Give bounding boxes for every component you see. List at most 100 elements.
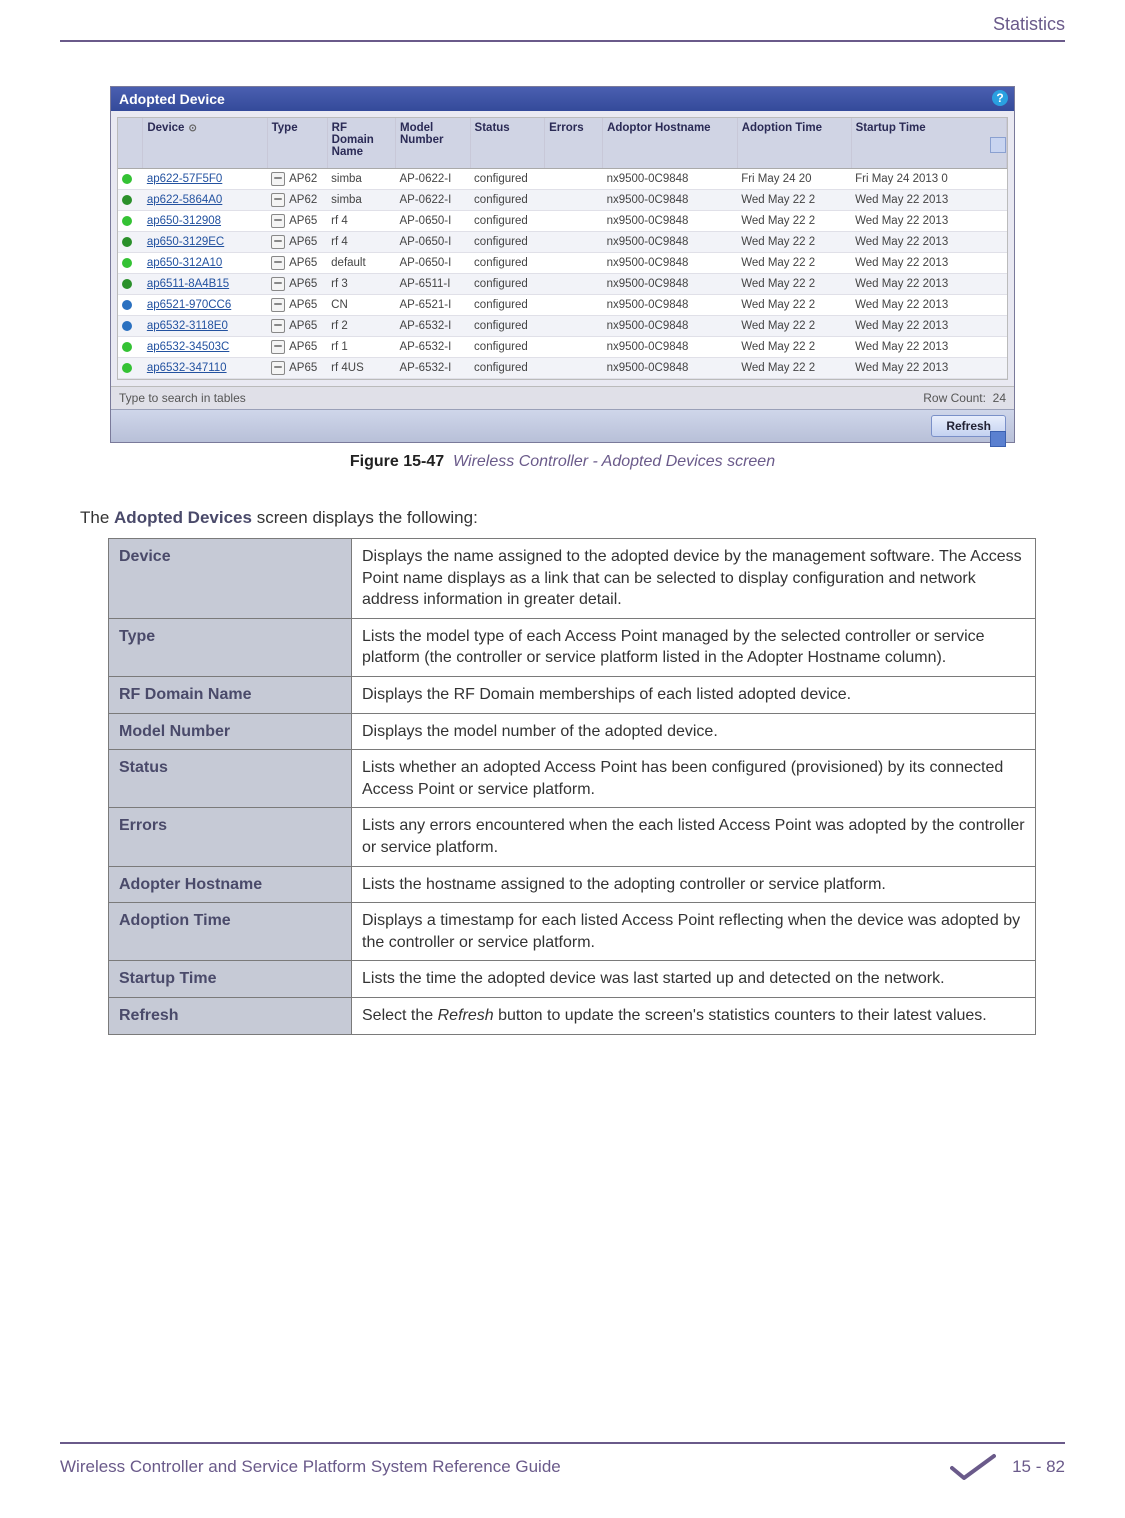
desc-term: Refresh [109,997,352,1034]
device-link[interactable]: ap6511-8A4B15 [143,274,267,295]
adopt-time-cell: Wed May 22 2 [737,253,851,274]
col-rf-domain[interactable]: RF Domain Name [327,118,395,169]
desc-row: Model NumberDisplays the model number of… [109,713,1036,750]
adopt-time-cell: Wed May 22 2 [737,337,851,358]
status-cell [118,232,143,253]
adopt-time-cell: Wed May 22 2 [737,295,851,316]
desc-term: Errors [109,808,352,866]
status-dot-icon [122,321,132,331]
status-dot-icon [122,279,132,289]
status-text-cell: configured [470,295,545,316]
device-type-icon [271,235,285,249]
table-row[interactable]: ap650-3129ECAP65rf 4AP-0650-Iconfiguredn… [118,232,1007,253]
start-time-cell: Wed May 22 2013 [851,358,1006,379]
desc-term: Startup Time [109,961,352,998]
scroll-up-icon[interactable] [990,137,1006,153]
footer-guide-title: Wireless Controller and Service Platform… [60,1457,561,1477]
table-row[interactable]: ap6521-970CC6AP65CNAP-6521-Iconfigurednx… [118,295,1007,316]
table-row[interactable]: ap6532-34503CAP65rf 1AP-6532-Iconfigured… [118,337,1007,358]
device-link[interactable]: ap6532-347110 [143,358,267,379]
rf-cell: CN [327,295,395,316]
table-row[interactable]: ap650-312A10AP65defaultAP-0650-Iconfigur… [118,253,1007,274]
table-row[interactable]: ap622-57F5F0AP62simbaAP-0622-Iconfigured… [118,169,1007,190]
col-status-dot[interactable] [118,118,143,169]
checkmark-icon [950,1452,996,1482]
model-cell: AP-6532-I [396,358,471,379]
col-adoptor-hostname[interactable]: Adoptor Hostname [603,118,738,169]
device-link[interactable]: ap650-312908 [143,211,267,232]
start-time-cell: Wed May 22 2013 [851,295,1006,316]
desc-term: Adopter Hostname [109,866,352,903]
type-cell: AP65 [267,253,327,274]
device-link[interactable]: ap650-312A10 [143,253,267,274]
errors-cell [545,190,603,211]
desc-term: Model Number [109,713,352,750]
device-type-icon [271,319,285,333]
host-cell: nx9500-0C9848 [603,232,738,253]
panel-title-bar: Adopted Device ? [111,87,1014,111]
model-cell: AP-0650-I [396,253,471,274]
table-row[interactable]: ap6532-3118E0AP65rf 2AP-6532-Iconfigured… [118,316,1007,337]
adopt-time-cell: Wed May 22 2 [737,358,851,379]
model-cell: AP-6511-I [396,274,471,295]
start-time-cell: Wed May 22 2013 [851,316,1006,337]
device-link[interactable]: ap6532-34503C [143,337,267,358]
type-cell: AP62 [267,169,327,190]
col-errors[interactable]: Errors [545,118,603,169]
page-footer: Wireless Controller and Service Platform… [60,1442,1065,1482]
status-cell [118,253,143,274]
status-cell [118,274,143,295]
table-row[interactable]: ap6532-347110AP65rf 4USAP-6532-Iconfigur… [118,358,1007,379]
status-text-cell: configured [470,253,545,274]
device-link[interactable]: ap622-5864A0 [143,190,267,211]
table-row[interactable]: ap6511-8A4B15AP65rf 3AP-6511-Iconfigured… [118,274,1007,295]
device-link[interactable]: ap622-57F5F0 [143,169,267,190]
device-link[interactable]: ap6521-970CC6 [143,295,267,316]
search-input[interactable]: Type to search in tables [119,391,246,405]
panel-footer: Type to search in tables Row Count: 24 [111,386,1014,409]
col-type[interactable]: Type [267,118,327,169]
rf-cell: simba [327,190,395,211]
panel-actions: Refresh [111,409,1014,442]
table-header-row: Device⊙ Type RF Domain Name Model Number… [118,118,1007,169]
col-model-number[interactable]: Model Number [396,118,471,169]
desc-row: Adopter HostnameLists the hostname assig… [109,866,1036,903]
device-type-icon [271,193,285,207]
table-row[interactable]: ap650-312908AP65rf 4AP-0650-Iconfiguredn… [118,211,1007,232]
status-cell [118,316,143,337]
host-cell: nx9500-0C9848 [603,316,738,337]
errors-cell [545,358,603,379]
device-type-icon [271,256,285,270]
desc-term: RF Domain Name [109,676,352,713]
errors-cell [545,316,603,337]
adopt-time-cell: Wed May 22 2 [737,211,851,232]
model-cell: AP-6532-I [396,337,471,358]
table-row[interactable]: ap622-5864A0AP62simbaAP-0622-Iconfigured… [118,190,1007,211]
model-cell: AP-0622-I [396,169,471,190]
device-link[interactable]: ap6532-3118E0 [143,316,267,337]
status-dot-icon [122,237,132,247]
figure-description: Wireless Controller - Adopted Devices sc… [453,453,775,470]
col-device[interactable]: Device⊙ [143,118,267,169]
status-cell [118,358,143,379]
device-type-icon [271,214,285,228]
status-text-cell: configured [470,169,545,190]
start-time-cell: Wed May 22 2013 [851,253,1006,274]
col-status[interactable]: Status [470,118,545,169]
errors-cell [545,295,603,316]
type-cell: AP62 [267,190,327,211]
rf-cell: rf 4US [327,358,395,379]
lead-post: screen displays the following: [252,508,478,527]
desc-term: Type [109,618,352,676]
figure-label: Figure 15-47 [350,453,444,470]
scroll-down-icon[interactable] [990,431,1006,447]
col-adoption-time[interactable]: Adoption Time [737,118,851,169]
scrollbar[interactable] [990,137,1004,447]
col-startup-time[interactable]: Startup Time [851,118,1006,169]
status-dot-icon [122,216,132,226]
start-time-cell: Wed May 22 2013 [851,337,1006,358]
adopted-devices-table: Device⊙ Type RF Domain Name Model Number… [118,118,1007,379]
help-icon[interactable]: ? [992,90,1008,106]
device-link[interactable]: ap650-3129EC [143,232,267,253]
start-time-cell: Fri May 24 2013 0 [851,169,1006,190]
